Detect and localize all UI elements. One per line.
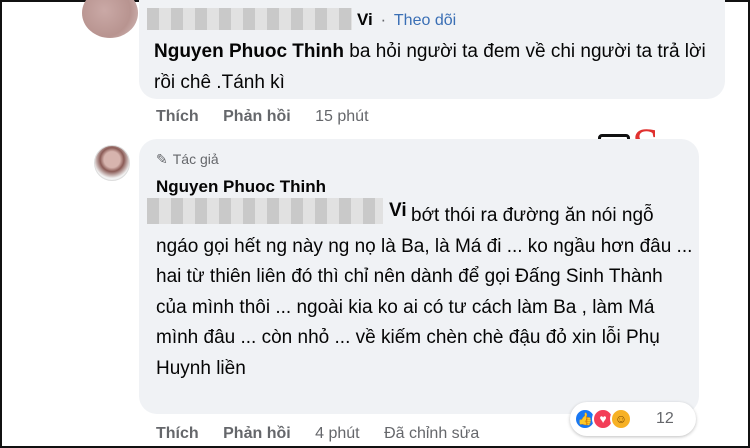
comment-actions: Thích Phản hồi 15 phút (156, 108, 389, 126)
reaction-summary[interactable]: 👍 ♥ ☺ 12 (570, 402, 696, 436)
mention-author[interactable]: Nguyen Phuoc Thinh (154, 41, 344, 62)
reaction-count: 12 (656, 410, 674, 427)
comment-text: Nguyen Phuoc Thinh ba hỏi người ta đem v… (154, 36, 714, 98)
timestamp[interactable]: 4 phút (315, 425, 359, 442)
like-button[interactable]: Thích (156, 108, 199, 125)
comment-actions: Thích Phản hồi 4 phút Đã chỉnh sửa (156, 425, 499, 443)
author-badge: ✎ Tác giả (156, 151, 219, 168)
reply-button[interactable]: Phản hồi (223, 108, 291, 125)
avatar[interactable] (94, 145, 130, 181)
separator: · (380, 10, 387, 29)
comment-body: bớt thói ra đường ăn nói ngỗ ngáo gọi hế… (156, 205, 693, 379)
commenter-name-suffix[interactable]: Vi (357, 10, 373, 29)
comment-bubble: ✎ Tác giả Nguyen Phuoc Thinh Vi bớt thói … (139, 139, 699, 414)
blurred-name (147, 8, 352, 30)
follow-link[interactable]: Theo dõi (394, 12, 456, 29)
edited-label[interactable]: Đã chỉnh sửa (384, 425, 479, 442)
reply-button[interactable]: Phản hồi (223, 425, 291, 442)
commenter-name[interactable]: Nguyen Phuoc Thinh (156, 177, 326, 197)
timestamp[interactable]: 15 phút (315, 108, 368, 125)
author-badge-label: Tác giả (172, 151, 219, 167)
care-reaction-icon: ☺ (610, 408, 632, 430)
like-button[interactable]: Thích (156, 425, 199, 442)
commenter-name-row: Vi · Theo dõi (357, 10, 456, 30)
pen-icon: ✎ (156, 151, 168, 167)
comment-bubble: Vi · Theo dõi Nguyen Phuoc Thinh ba hỏi … (139, 0, 725, 99)
